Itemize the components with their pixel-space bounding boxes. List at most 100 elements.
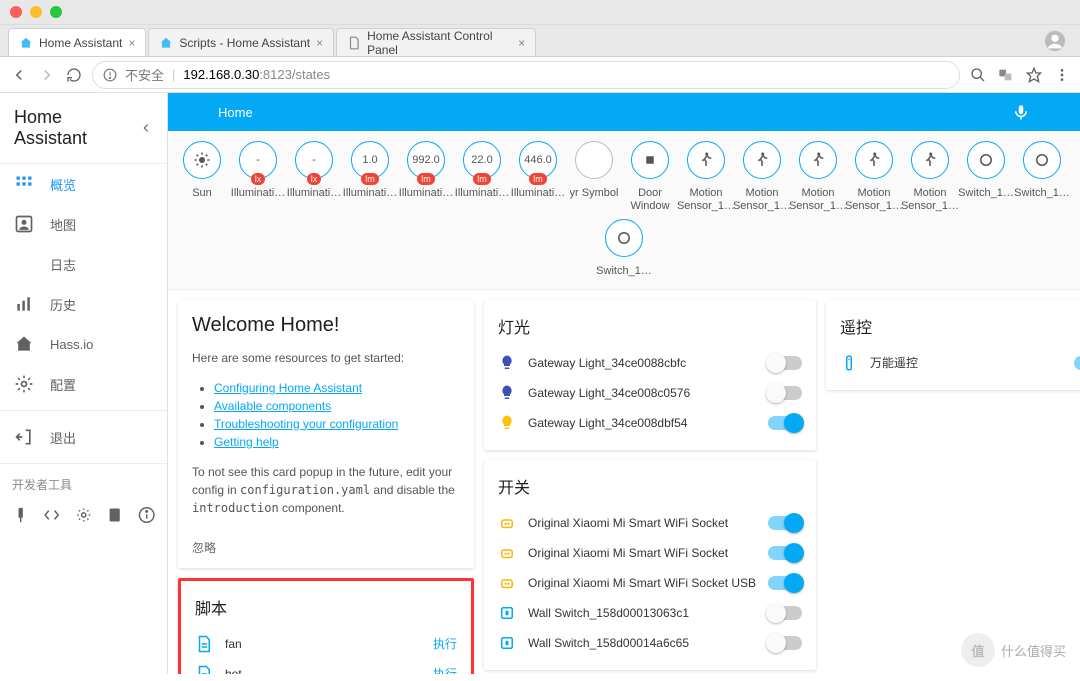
entity-badge[interactable]: Switch_1… bbox=[958, 141, 1014, 213]
nav-back-icon[interactable] bbox=[10, 66, 28, 84]
remote-toggle[interactable] bbox=[1074, 356, 1080, 370]
dev-states-icon[interactable] bbox=[106, 505, 123, 525]
window-close-dot[interactable] bbox=[10, 6, 22, 18]
entity-badge[interactable]: 22.0lmIlluminati… bbox=[454, 141, 510, 213]
badge-label: Motion Sensor_1… bbox=[789, 187, 847, 213]
badge-label: Sun bbox=[192, 187, 212, 200]
sidebar-item-account-box[interactable]: 地图 bbox=[0, 204, 167, 244]
sidebar-item-label: 概览 bbox=[50, 175, 76, 194]
entity-badge[interactable]: 992.0lmIlluminati… bbox=[398, 141, 454, 213]
script-execute[interactable]: 执行 bbox=[433, 635, 457, 652]
entity-badge[interactable]: Motion Sensor_1… bbox=[678, 141, 734, 213]
remote-card: 遥控 万能遥控 bbox=[826, 300, 1080, 390]
badge-circle bbox=[911, 141, 949, 179]
sidebar-item-grid[interactable]: 概览 bbox=[0, 164, 167, 204]
insecure-label: 不安全 bbox=[125, 65, 164, 84]
welcome-intro: Here are some resources to get started: bbox=[192, 349, 460, 367]
welcome-title: Welcome Home! bbox=[192, 314, 460, 337]
entity-badge[interactable]: Switch_1… bbox=[1014, 141, 1070, 213]
topbar: Home bbox=[168, 93, 1080, 131]
sidebar-item-gear[interactable]: 配置 bbox=[0, 364, 167, 404]
badge-label: Illuminati… bbox=[511, 187, 565, 200]
url-input[interactable]: 不安全 | 192.168.0.30:8123/states bbox=[92, 61, 960, 89]
light-toggle[interactable] bbox=[768, 386, 802, 400]
badge-circle bbox=[855, 141, 893, 179]
dev-services-icon[interactable] bbox=[75, 505, 92, 525]
sidebar-item-ha[interactable]: Hass.io bbox=[0, 324, 167, 364]
dev-remote-icon[interactable] bbox=[12, 505, 29, 525]
tab-close-icon[interactable]: × bbox=[128, 36, 135, 50]
voice-mic-icon[interactable] bbox=[1012, 103, 1030, 121]
tab-title: Home Assistant bbox=[39, 36, 122, 50]
sidebar-item-exit[interactable]: 退出 bbox=[0, 417, 167, 457]
tab-title: Home Assistant Control Panel bbox=[367, 29, 512, 57]
badge-label: Motion Sensor_1… bbox=[845, 187, 903, 213]
tab-close-icon[interactable]: × bbox=[316, 36, 323, 50]
plug-icon bbox=[498, 544, 516, 562]
wall-icon bbox=[498, 604, 516, 622]
browser-tab[interactable]: Scripts - Home Assistant× bbox=[148, 28, 334, 56]
switch-toggle[interactable] bbox=[768, 546, 802, 560]
welcome-note: To not see this card popup in the future… bbox=[192, 463, 460, 517]
light-toggle[interactable] bbox=[768, 356, 802, 370]
entity-badge[interactable]: -lxIlluminati… bbox=[230, 141, 286, 213]
switch-toggle[interactable] bbox=[768, 576, 802, 590]
badge-circle bbox=[1023, 141, 1061, 179]
badge-label: Illuminati… bbox=[287, 187, 341, 200]
search-icon[interactable] bbox=[970, 67, 986, 83]
entity-badge[interactable]: Motion Sensor_1… bbox=[790, 141, 846, 213]
switch-toggle[interactable] bbox=[768, 636, 802, 650]
translate-icon[interactable] bbox=[998, 67, 1014, 83]
switch-toggle[interactable] bbox=[768, 606, 802, 620]
script-execute[interactable]: 执行 bbox=[433, 665, 457, 674]
entity-badge[interactable]: yr Symbol bbox=[566, 141, 622, 213]
tab-close-icon[interactable]: × bbox=[518, 36, 525, 50]
welcome-link[interactable]: Troubleshooting your configuration bbox=[214, 417, 398, 431]
script-row: fan执行 bbox=[195, 629, 457, 659]
browser-tab[interactable]: Home Assistant Control Panel × bbox=[336, 28, 536, 56]
welcome-link[interactable]: Available components bbox=[214, 399, 331, 413]
switch-row: Original Xiaomi Mi Smart WiFi Socket USB bbox=[498, 568, 802, 598]
entity-badge[interactable]: Door Window Sensor_1… bbox=[622, 141, 678, 213]
entity-badge[interactable]: Sun bbox=[174, 141, 230, 213]
badge-circle bbox=[687, 141, 725, 179]
entity-badge[interactable]: 446.0lmIlluminati… bbox=[510, 141, 566, 213]
profile-avatar-icon[interactable] bbox=[1044, 30, 1066, 52]
bookmark-star-icon[interactable] bbox=[1026, 67, 1042, 83]
light-row: Gateway Light_34ce008c0576 bbox=[498, 378, 802, 408]
switch-toggle[interactable] bbox=[768, 516, 802, 530]
badge-label: Door Window Sensor_1… bbox=[621, 187, 679, 213]
dev-template-icon[interactable] bbox=[43, 505, 60, 525]
sidebar-item-chart[interactable]: 历史 bbox=[0, 284, 167, 324]
badge-unit: lm bbox=[417, 173, 435, 185]
welcome-link[interactable]: Getting help bbox=[214, 435, 279, 449]
switches-card: 开关 Original Xiaomi Mi Smart WiFi SocketO… bbox=[484, 460, 816, 670]
light-toggle[interactable] bbox=[768, 416, 802, 430]
entity-badge[interactable]: -lxIlluminati… bbox=[286, 141, 342, 213]
entity-badge[interactable]: Switch_1… bbox=[596, 219, 652, 278]
wall-icon bbox=[498, 634, 516, 652]
nav-reload-icon[interactable] bbox=[66, 67, 82, 83]
badge-unit: lx bbox=[251, 173, 266, 185]
kebab-menu-icon[interactable] bbox=[1054, 67, 1070, 83]
page-title: Home bbox=[218, 105, 253, 120]
entity-badge[interactable]: 1.0lmIlluminati… bbox=[342, 141, 398, 213]
badge-unit: lx bbox=[307, 173, 322, 185]
plug-icon bbox=[498, 514, 516, 532]
sidebar-collapse-icon[interactable] bbox=[139, 121, 153, 135]
badge-unit: lm bbox=[361, 173, 379, 185]
sidebar-item-list[interactable]: 日志 bbox=[0, 244, 167, 284]
entity-badge[interactable]: Motion Sensor_1… bbox=[846, 141, 902, 213]
browser-tabs: Home Assistant×Scripts - Home Assistant×… bbox=[0, 25, 1080, 57]
window-max-dot[interactable] bbox=[50, 6, 62, 18]
welcome-dismiss[interactable]: 忽略 bbox=[192, 539, 216, 556]
dev-info-icon[interactable] bbox=[138, 505, 155, 525]
window-min-dot[interactable] bbox=[30, 6, 42, 18]
switch-row: Original Xiaomi Mi Smart WiFi Socket bbox=[498, 538, 802, 568]
watermark: 值 什么值得买 bbox=[961, 633, 1066, 667]
entity-badge[interactable]: Motion Sensor_1… bbox=[734, 141, 790, 213]
address-bar: 不安全 | 192.168.0.30:8123/states bbox=[0, 57, 1080, 93]
entity-badge[interactable]: Motion Sensor_1… bbox=[902, 141, 958, 213]
browser-tab[interactable]: Home Assistant × bbox=[8, 28, 146, 56]
welcome-link[interactable]: Configuring Home Assistant bbox=[214, 381, 362, 395]
